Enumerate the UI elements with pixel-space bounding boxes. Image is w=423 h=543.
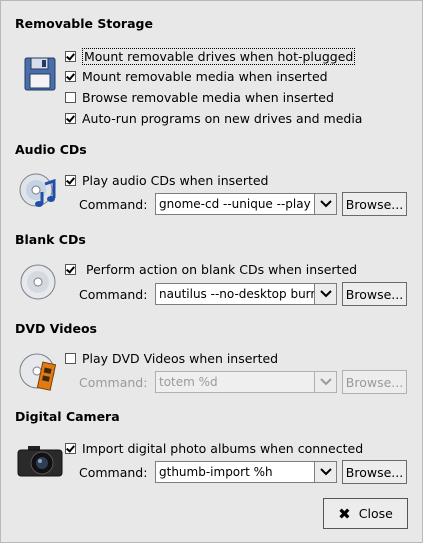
dropdown-button[interactable]: [315, 371, 337, 393]
command-label: Command:: [79, 375, 148, 390]
chevron-down-icon: [319, 468, 332, 476]
browse-button-audio[interactable]: Browse...: [342, 192, 407, 216]
chevron-down-icon: [319, 200, 332, 208]
option-browse-media-inserted[interactable]: Browse removable media when inserted: [65, 88, 334, 106]
checkbox[interactable]: [65, 442, 76, 454]
command-input[interactable]: nautilus --no-desktop burn:: [155, 283, 315, 305]
option-mount-media-inserted[interactable]: Mount removable media when inserted: [65, 67, 328, 85]
dropdown-button[interactable]: [315, 283, 337, 305]
option-mount-drives-hotplugged[interactable]: Mount removable drives when hot-plugged: [65, 47, 356, 65]
audio-cd-icon: [18, 170, 58, 210]
browse-button-dvd[interactable]: Browse...: [342, 370, 407, 394]
checkbox[interactable]: [65, 174, 76, 186]
section-title-audio-cds: Audio CDs: [15, 142, 87, 157]
chevron-down-icon: [319, 290, 332, 298]
option-autorun-programs[interactable]: Auto-run programs on new drives and medi…: [65, 109, 362, 127]
section-title-removable-storage: Removable Storage: [15, 16, 153, 31]
camera-command-combo[interactable]: gthumb-import %h: [155, 461, 337, 483]
checkbox[interactable]: [65, 112, 76, 124]
option-play-dvd[interactable]: Play DVD Videos when inserted: [65, 349, 278, 367]
option-label: Browse removable media when inserted: [82, 89, 334, 105]
camera-icon: [16, 440, 64, 480]
dvd-command-combo[interactable]: totem %d: [155, 371, 337, 393]
option-label: Mount removable media when inserted: [82, 68, 328, 84]
command-input[interactable]: gthumb-import %h: [155, 461, 315, 483]
close-label: Close: [358, 506, 393, 521]
option-label: Perform action on blank CDs when inserte…: [86, 261, 358, 277]
option-label: Import digital photo albums when connect…: [82, 440, 364, 456]
option-label: Mount removable drives when hot-plugged: [82, 47, 356, 65]
option-label: Play audio CDs when inserted: [82, 172, 269, 188]
section-title-digital-camera: Digital Camera: [15, 409, 120, 424]
command-label: Command:: [79, 465, 148, 480]
option-label: Play DVD Videos when inserted: [82, 350, 279, 366]
option-label: Auto-run programs on new drives and medi…: [82, 110, 363, 126]
close-x-icon: ✖: [338, 504, 351, 523]
browse-button-camera[interactable]: Browse...: [342, 460, 407, 484]
option-blank-cd-action[interactable]: Perform action on blank CDs when inserte…: [65, 260, 357, 278]
option-play-audio-cds[interactable]: Play audio CDs when inserted: [65, 171, 269, 189]
dvd-video-icon: [18, 351, 58, 391]
section-title-blank-cds: Blank CDs: [15, 232, 86, 247]
checkbox[interactable]: [65, 70, 76, 82]
checkbox[interactable]: [65, 50, 76, 62]
checkbox[interactable]: [65, 91, 76, 103]
dropdown-button[interactable]: [315, 461, 337, 483]
checkbox[interactable]: [65, 352, 76, 364]
browse-button-blank[interactable]: Browse...: [342, 282, 407, 306]
option-import-photos[interactable]: Import digital photo albums when connect…: [65, 439, 363, 457]
chevron-down-icon: [319, 378, 332, 386]
audio-command-combo[interactable]: gnome-cd --unique --play -: [155, 193, 337, 215]
blank-command-combo[interactable]: nautilus --no-desktop burn:: [155, 283, 337, 305]
floppy-disk-icon: [22, 54, 62, 94]
close-button[interactable]: ✖ Close: [323, 498, 408, 529]
section-title-dvd-videos: DVD Videos: [15, 321, 97, 336]
command-label: Command:: [79, 197, 148, 212]
command-label: Command:: [79, 287, 148, 302]
command-input[interactable]: gnome-cd --unique --play -: [155, 193, 315, 215]
checkbox[interactable]: [65, 263, 76, 275]
dropdown-button[interactable]: [315, 193, 337, 215]
blank-cd-icon: [18, 262, 58, 302]
command-input[interactable]: totem %d: [155, 371, 315, 393]
